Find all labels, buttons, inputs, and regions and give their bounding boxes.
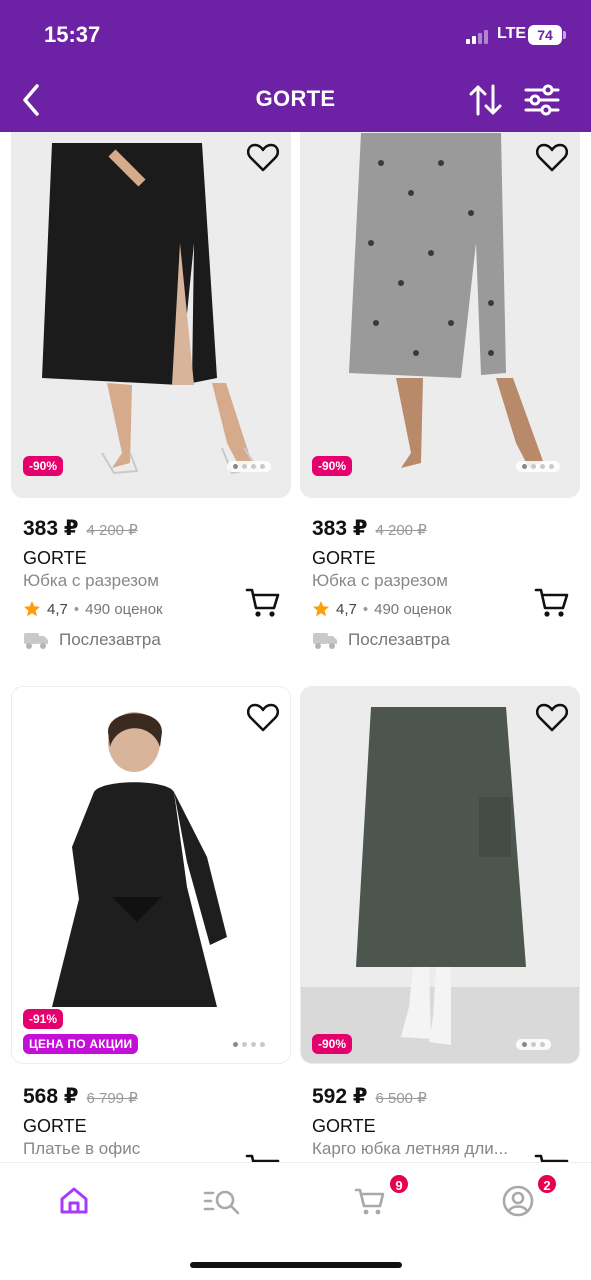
- price-line: 592 ₽ 6 500 ₽: [312, 1084, 427, 1109]
- image-pager-dots: [516, 461, 560, 472]
- filter-icon: [524, 84, 560, 116]
- price-line: 383 ₽ 4 200 ₽: [23, 516, 138, 541]
- tab-cart[interactable]: 9: [350, 1173, 410, 1221]
- favorite-button[interactable]: [246, 141, 280, 173]
- status-time: 15:37: [44, 22, 101, 47]
- delivery-text: Послезавтра: [348, 630, 450, 649]
- old-price: 4 200 ₽: [86, 522, 138, 539]
- delivery-text: Послезавтра: [59, 630, 161, 649]
- rating-separator: •: [73, 600, 80, 618]
- filter-button[interactable]: [522, 82, 562, 118]
- profile-icon: [502, 1185, 534, 1217]
- product-name[interactable]: Юбка с разрезом: [312, 571, 448, 591]
- top-bar: 15:37 LTE 74 GORTE: [0, 0, 591, 132]
- old-price: 6 799 ₽: [86, 1090, 138, 1107]
- image-pager-dots: [227, 1039, 271, 1050]
- cart-icon: [534, 1154, 569, 1162]
- old-price: 6 500 ₽: [375, 1090, 427, 1107]
- rating-separator: •: [362, 600, 369, 618]
- tab-profile[interactable]: 2: [498, 1173, 558, 1221]
- cart-tab-icon: [354, 1188, 385, 1215]
- heart-icon: [246, 143, 280, 172]
- rating: 4,7 • 490 оценок: [23, 600, 163, 618]
- discount-badge: -90%: [312, 1034, 353, 1054]
- product-image: [301, 687, 579, 1063]
- add-to-cart-button[interactable]: [245, 586, 281, 620]
- brand-name: GORTE: [23, 548, 87, 568]
- star-icon: [313, 601, 329, 617]
- tab-catalog[interactable]: [202, 1181, 242, 1221]
- signal-icon: [466, 30, 488, 44]
- brand-name: GORTE: [23, 1116, 87, 1136]
- discount-badge: -90%: [23, 456, 64, 476]
- delivery-info: Послезавтра: [23, 630, 161, 650]
- product-photo[interactable]: -90%: [300, 132, 580, 498]
- truck-icon: [24, 633, 48, 649]
- tab-home[interactable]: [54, 1181, 94, 1221]
- truck-icon: [313, 633, 337, 649]
- product-name[interactable]: Карго юбка летняя дли...: [312, 1139, 508, 1159]
- product-image: [12, 132, 290, 497]
- promo-badge: ЦЕНА ПО АКЦИИ: [23, 1034, 139, 1054]
- price-line: 568 ₽ 6 799 ₽: [23, 1084, 138, 1109]
- product-photo[interactable]: -90%: [11, 132, 291, 498]
- battery-tip: [563, 31, 566, 39]
- image-pager-dots: [516, 1039, 551, 1050]
- favorite-button[interactable]: [535, 141, 569, 173]
- price: 383 ₽: [23, 517, 79, 540]
- cart-badge: 9: [388, 1173, 410, 1195]
- product-image: [12, 687, 290, 1063]
- add-to-cart-button[interactable]: [534, 1152, 570, 1162]
- image-pager-dots: [227, 461, 271, 472]
- heart-icon: [535, 143, 569, 172]
- network-label: LTE: [497, 25, 527, 42]
- cart-icon: [534, 588, 569, 617]
- discount-badge: -91%: [23, 1009, 64, 1029]
- add-to-cart-button[interactable]: [245, 1152, 281, 1162]
- cart-icon: [245, 1154, 280, 1162]
- rating-value: 4,7: [47, 600, 68, 618]
- price-line: 383 ₽ 4 200 ₽: [312, 516, 427, 541]
- review-count: 490 оценок: [85, 600, 163, 618]
- sort-button[interactable]: [466, 82, 506, 118]
- catalog-search-icon: [203, 1190, 240, 1215]
- price: 592 ₽: [312, 1085, 368, 1108]
- rating: 4,7 • 490 оценок: [312, 600, 452, 618]
- battery-icon: 74: [528, 25, 562, 45]
- profile-badge: 2: [536, 1173, 558, 1195]
- rating-value: 4,7: [336, 600, 357, 618]
- product-photo[interactable]: -91% ЦЕНА ПО АКЦИИ: [11, 686, 291, 1064]
- add-to-cart-button[interactable]: [534, 586, 570, 620]
- home-icon: [60, 1187, 88, 1214]
- cart-icon: [245, 588, 280, 617]
- old-price: 4 200 ₽: [375, 522, 427, 539]
- product-name[interactable]: Юбка с разрезом: [23, 571, 159, 591]
- favorite-button[interactable]: [246, 701, 280, 733]
- product-grid: -90% 383 ₽ 4 200 ₽ GORTE Юбка с разрезом…: [0, 132, 591, 1162]
- product-name[interactable]: Платье в офис: [23, 1139, 140, 1159]
- price: 383 ₽: [312, 517, 368, 540]
- price: 568 ₽: [23, 1085, 79, 1108]
- heart-icon: [246, 703, 280, 732]
- heart-icon: [535, 703, 569, 732]
- delivery-info: Послезавтра: [312, 630, 450, 650]
- review-count: 490 оценок: [374, 600, 452, 618]
- discount-badge: -90%: [312, 456, 353, 476]
- product-image: [301, 132, 579, 497]
- star-icon: [24, 601, 40, 617]
- sort-icon: [469, 84, 502, 116]
- home-indicator: [190, 1262, 402, 1268]
- product-photo[interactable]: -90%: [300, 686, 580, 1064]
- favorite-button[interactable]: [535, 701, 569, 733]
- brand-name: GORTE: [312, 1116, 376, 1136]
- brand-name: GORTE: [312, 548, 376, 568]
